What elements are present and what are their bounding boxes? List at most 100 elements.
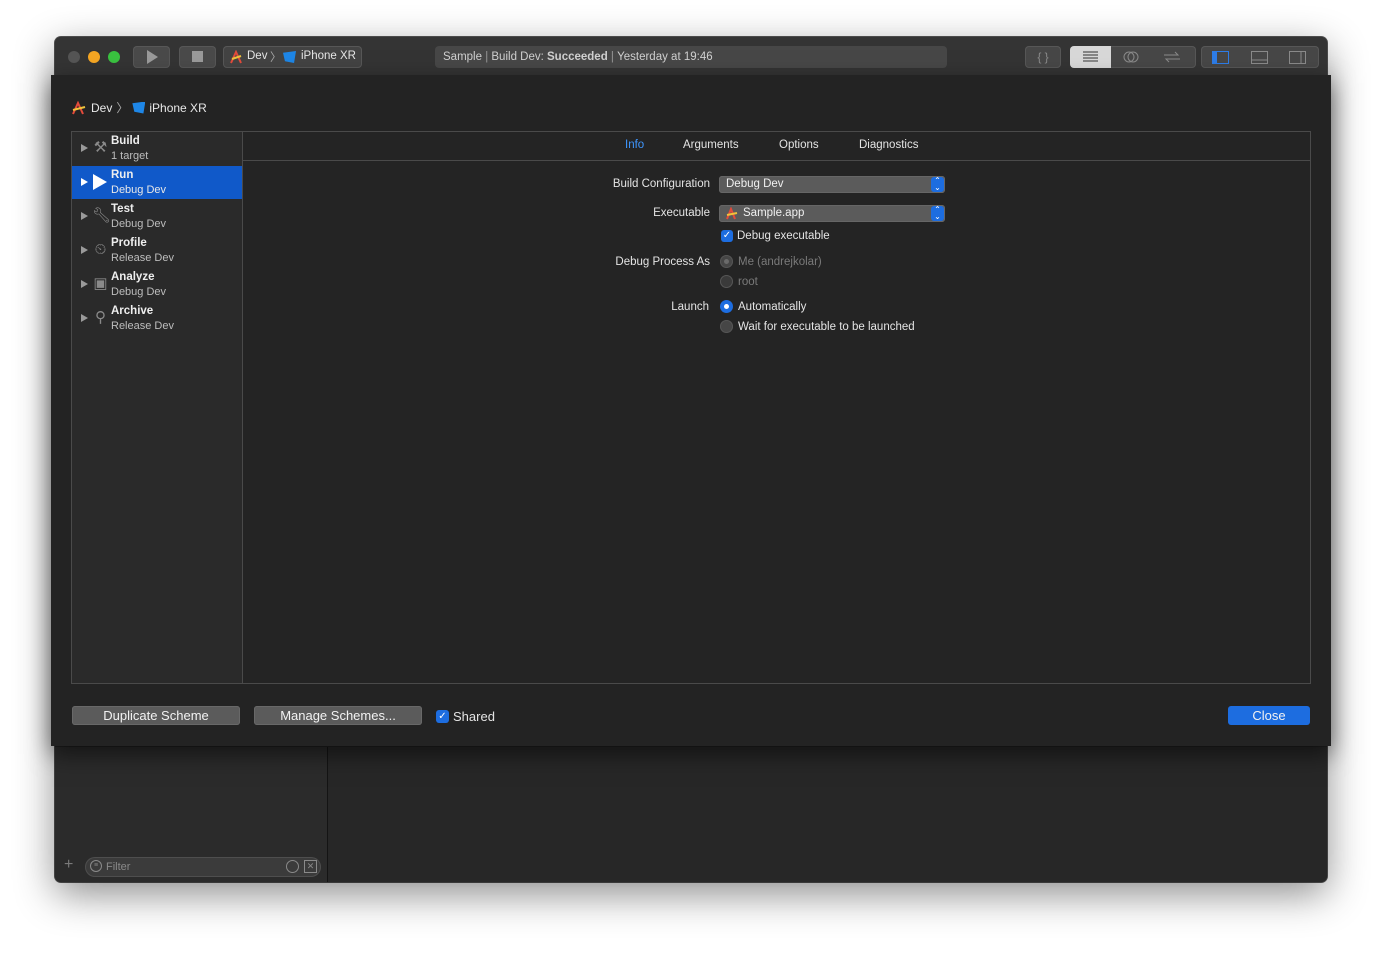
build-configuration-value: Debug Dev [726,178,784,190]
disclosure-triangle-icon[interactable] [81,144,88,152]
scheme-selector[interactable]: Dev 〉 iPhone XR [223,46,362,68]
action-item-profile[interactable]: ⏲ Profile Release Dev [72,234,242,267]
action-subtitle: Debug Dev [111,218,167,230]
zoom-window-button[interactable] [108,51,120,63]
radio-root[interactable] [720,275,733,288]
xcode-scheme-icon [230,50,242,64]
action-subtitle: Debug Dev [111,184,167,196]
navigator-toggle-icon[interactable] [1212,51,1229,64]
disclosure-triangle-icon[interactable] [81,280,88,288]
debug-area-toggle-icon[interactable] [1251,51,1268,64]
debug-executable-label: Debug executable [737,230,830,242]
run-button[interactable] [133,46,170,68]
action-subtitle: Release Dev [111,320,174,332]
xcode-app-icon [726,207,738,220]
action-list: ⚒ Build 1 target Run Debug Dev 🔧︎ Test D… [72,132,243,683]
action-subtitle: Release Dev [111,252,174,264]
version-editor-icon[interactable] [1162,51,1182,63]
popup-arrows-icon: ⌃ ⌄ [931,177,944,192]
scm-filter-icon[interactable]: ✕ [304,860,317,873]
build-configuration-popup[interactable]: Debug Dev ⌃ ⌄ [719,176,945,193]
standard-editor-button[interactable] [1070,46,1111,68]
assistant-editor-icon[interactable] [1122,50,1140,64]
activity-time: Yesterday at 19:46 [617,51,713,63]
add-icon[interactable]: + [64,857,73,873]
action-title: Run [111,169,134,181]
tab-arguments[interactable]: Arguments [683,139,739,151]
close-window-button[interactable] [68,51,80,63]
action-subtitle: Debug Dev [111,286,167,298]
tab-options[interactable]: Options [779,139,819,151]
duplicate-scheme-button[interactable]: Duplicate Scheme [72,706,240,725]
disclosure-triangle-icon[interactable] [81,246,88,254]
inspector-toggle-icon[interactable] [1289,51,1306,64]
tab-info[interactable]: Info [625,139,644,151]
editor-mode-control [1070,46,1196,68]
executable-popup[interactable]: Sample.app ⌃ ⌄ [719,205,945,222]
filter-icon: ≡ [90,860,102,872]
manage-schemes-button[interactable]: Manage Schemes... [254,706,422,725]
action-title: Archive [111,305,154,317]
play-icon [147,50,158,64]
hammer-icon: ⚒ [93,139,108,156]
breadcrumb: Dev 〉 iPhone XR [71,99,207,116]
play-icon [93,174,107,190]
panel-toggle-control [1201,46,1319,68]
tab-bar: Info Arguments Options Diagnostics [243,132,1310,161]
braces-icon: { } [1037,50,1049,64]
editor-area [328,747,1327,882]
stop-icon [192,51,203,62]
action-title: Analyze [111,271,155,283]
breadcrumb-device[interactable]: iPhone XR [149,101,206,115]
chevron-right-icon: 〉 [270,52,282,64]
minimize-window-button[interactable] [88,51,100,63]
action-item-build[interactable]: ⚒ Build 1 target [72,132,242,165]
shared-label: Shared [453,709,495,724]
launch-wait-label: Wait for executable to be launched [738,321,915,333]
analyze-icon: ▣ [93,275,108,292]
action-item-analyze[interactable]: ▣ Analyze Debug Dev [72,268,242,301]
debug-as-root-label: root [738,276,758,288]
launch-label: Launch [671,301,709,313]
debug-executable-checkbox[interactable]: ✓ [721,230,733,242]
activity-action: Build Dev: [491,51,547,63]
action-title: Profile [111,237,147,249]
scheme-name: Dev [247,50,268,62]
library-button[interactable]: { } [1025,46,1061,68]
activity-viewer: Sample | Build Dev: Succeeded | Yesterda… [435,46,947,68]
device-icon [283,51,296,63]
action-item-run[interactable]: Run Debug Dev [72,166,242,199]
recent-files-icon[interactable] [286,860,299,873]
build-configuration-label: Build Configuration [612,178,710,190]
wrench-icon: 🔧︎ [92,207,112,224]
executable-label: Executable [653,207,710,219]
action-item-archive[interactable]: ⚲ Archive Release Dev [72,302,242,335]
radio-me[interactable] [720,255,733,268]
toolbar: Dev 〉 iPhone XR Sample | Build Dev: Succ… [55,37,1327,76]
device-icon [132,101,146,114]
filter-placeholder: Filter [106,861,131,873]
navigator-filter[interactable]: ≡ Filter ✕ [85,857,321,877]
disclosure-triangle-icon[interactable] [81,314,88,322]
radio-launch-automatically[interactable] [720,300,733,313]
disclosure-triangle-icon[interactable] [81,212,88,220]
radio-launch-wait[interactable] [720,320,733,333]
tab-diagnostics[interactable]: Diagnostics [859,139,918,151]
debug-as-me-label: Me (andrejkolar) [738,256,822,268]
action-item-test[interactable]: 🔧︎ Test Debug Dev [72,200,242,233]
lines-icon [1083,51,1098,62]
archive-icon: ⚲ [95,309,106,326]
xcode-scheme-icon [72,100,86,114]
executable-value: Sample.app [743,207,805,219]
activity-status: Succeeded [547,51,608,63]
scheme-editor-content: ⚒ Build 1 target Run Debug Dev 🔧︎ Test D… [71,131,1311,684]
gauge-icon: ⏲ [94,241,107,258]
stop-button[interactable] [179,46,216,68]
popup-arrows-icon: ⌃ ⌄ [931,206,944,221]
breadcrumb-scheme[interactable]: Dev [91,101,112,115]
shared-checkbox[interactable]: ✓ [436,710,449,723]
close-button[interactable]: Close [1228,706,1310,725]
device-name: iPhone XR [301,50,356,62]
disclosure-triangle-icon[interactable] [81,178,88,186]
chevron-right-icon: 〉 [116,101,129,115]
